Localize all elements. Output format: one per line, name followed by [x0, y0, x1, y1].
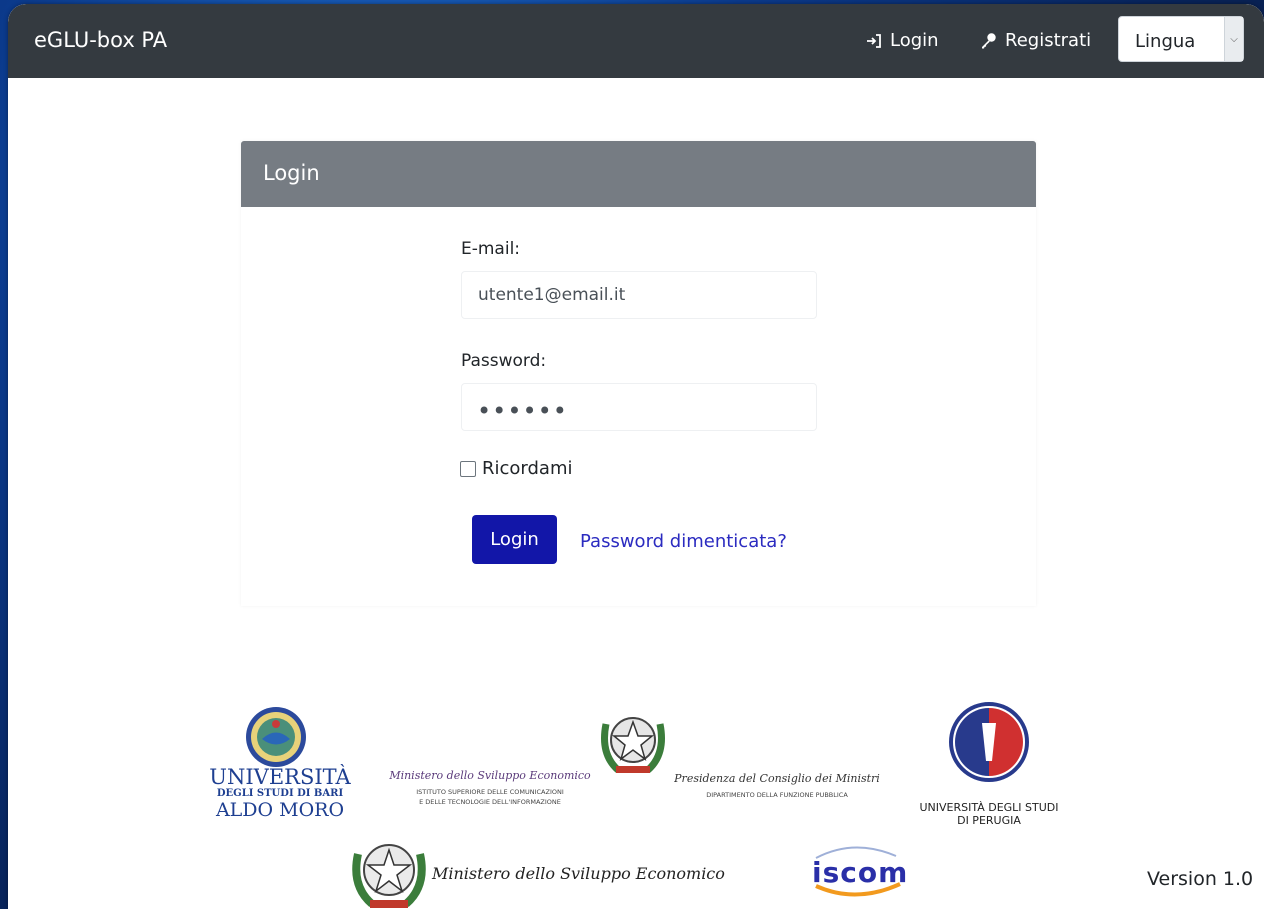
mise-iscom-logo: Ministero dello Sviluppo Economico ISTIT…: [372, 769, 608, 829]
nav-register-link[interactable]: Registrati: [980, 30, 1091, 51]
forgot-password-link[interactable]: Password dimenticata?: [580, 531, 787, 552]
login-card: Login E-mail: Password: •••••• Ricordami…: [241, 141, 1036, 606]
nav-login-label: Login: [890, 30, 939, 51]
nav-register-label: Registrati: [1005, 30, 1092, 51]
password-label: Password:: [461, 351, 547, 371]
unipg-logo: UNIVERSITÀ DEGLI STUDI DI PERUGIA: [912, 701, 1066, 831]
email-label: E-mail:: [461, 239, 521, 259]
iscom-text: iscom: [812, 856, 909, 889]
iscom-logo: iscom: [794, 840, 924, 900]
unipg-seal-icon: [949, 702, 1029, 782]
brand-title[interactable]: eGLU-box PA: [34, 28, 167, 52]
language-select[interactable]: Lingua ⌵: [1118, 16, 1244, 62]
login-card-title: Login: [263, 161, 320, 185]
presidenza-line1: DIPARTIMENTO DELLA FUNZIONE PUBBLICA: [706, 791, 848, 799]
password-value: ••••••: [477, 397, 568, 425]
remember-me-checkbox[interactable]: [460, 460, 476, 477]
login-submit-button[interactable]: Login: [472, 515, 557, 564]
key-icon: [980, 32, 997, 49]
uniba-logo: UNIVERSITÀ DEGLI STUDI DI BARI ALDO MORO: [200, 704, 360, 824]
mise-iscom-line2: E DELLE TECNOLOGIE DELL'INFORMAZIONE: [419, 798, 561, 806]
remember-me-label[interactable]: Ricordami: [482, 458, 573, 479]
mise-script: Ministero dello Sviluppo Economico: [432, 864, 725, 883]
top-navbar: eGLU-box PA Login Registrati Lingua ⌵: [8, 4, 1264, 78]
sign-in-icon: [866, 33, 882, 49]
unipg-line2: DI PERUGIA: [957, 814, 1021, 827]
uniba-line1: UNIVERSITÀ: [209, 765, 351, 789]
unipg-line1: UNIVERSITÀ DEGLI STUDI: [919, 801, 1059, 814]
presidenza-logo: Presidenza del Consiglio dei Ministri DI…: [672, 772, 882, 812]
italian-emblem-icon: [601, 717, 665, 773]
italian-emblem-icon: [352, 844, 426, 908]
version-label: Version 1.0: [1147, 868, 1254, 890]
chevron-down-icon[interactable]: ⌵: [1224, 17, 1243, 61]
presidenza-script: Presidenza del Consiglio dei Ministri: [674, 772, 880, 785]
language-select-value: Lingua: [1135, 31, 1196, 52]
mise-emblem-logo: [348, 830, 430, 909]
nav-login-link[interactable]: Login: [866, 30, 939, 51]
mise-iscom-script: Ministero dello Sviluppo Economico: [389, 769, 591, 782]
mise-iscom-line1: ISTITUTO SUPERIORE DELLE COMUNICAZIONI: [416, 788, 564, 796]
italian-emblem-logo: [598, 704, 668, 780]
browser-window: eGLU-box PA Login Registrati Lingua ⌵ Lo…: [8, 4, 1264, 909]
email-field[interactable]: [461, 271, 817, 319]
remember-me-row: Ricordami: [460, 458, 573, 479]
mise-logo: Ministero dello Sviluppo Economico: [432, 864, 752, 894]
uniba-line3: ALDO MORO: [215, 799, 345, 821]
login-card-header: Login: [241, 141, 1036, 207]
